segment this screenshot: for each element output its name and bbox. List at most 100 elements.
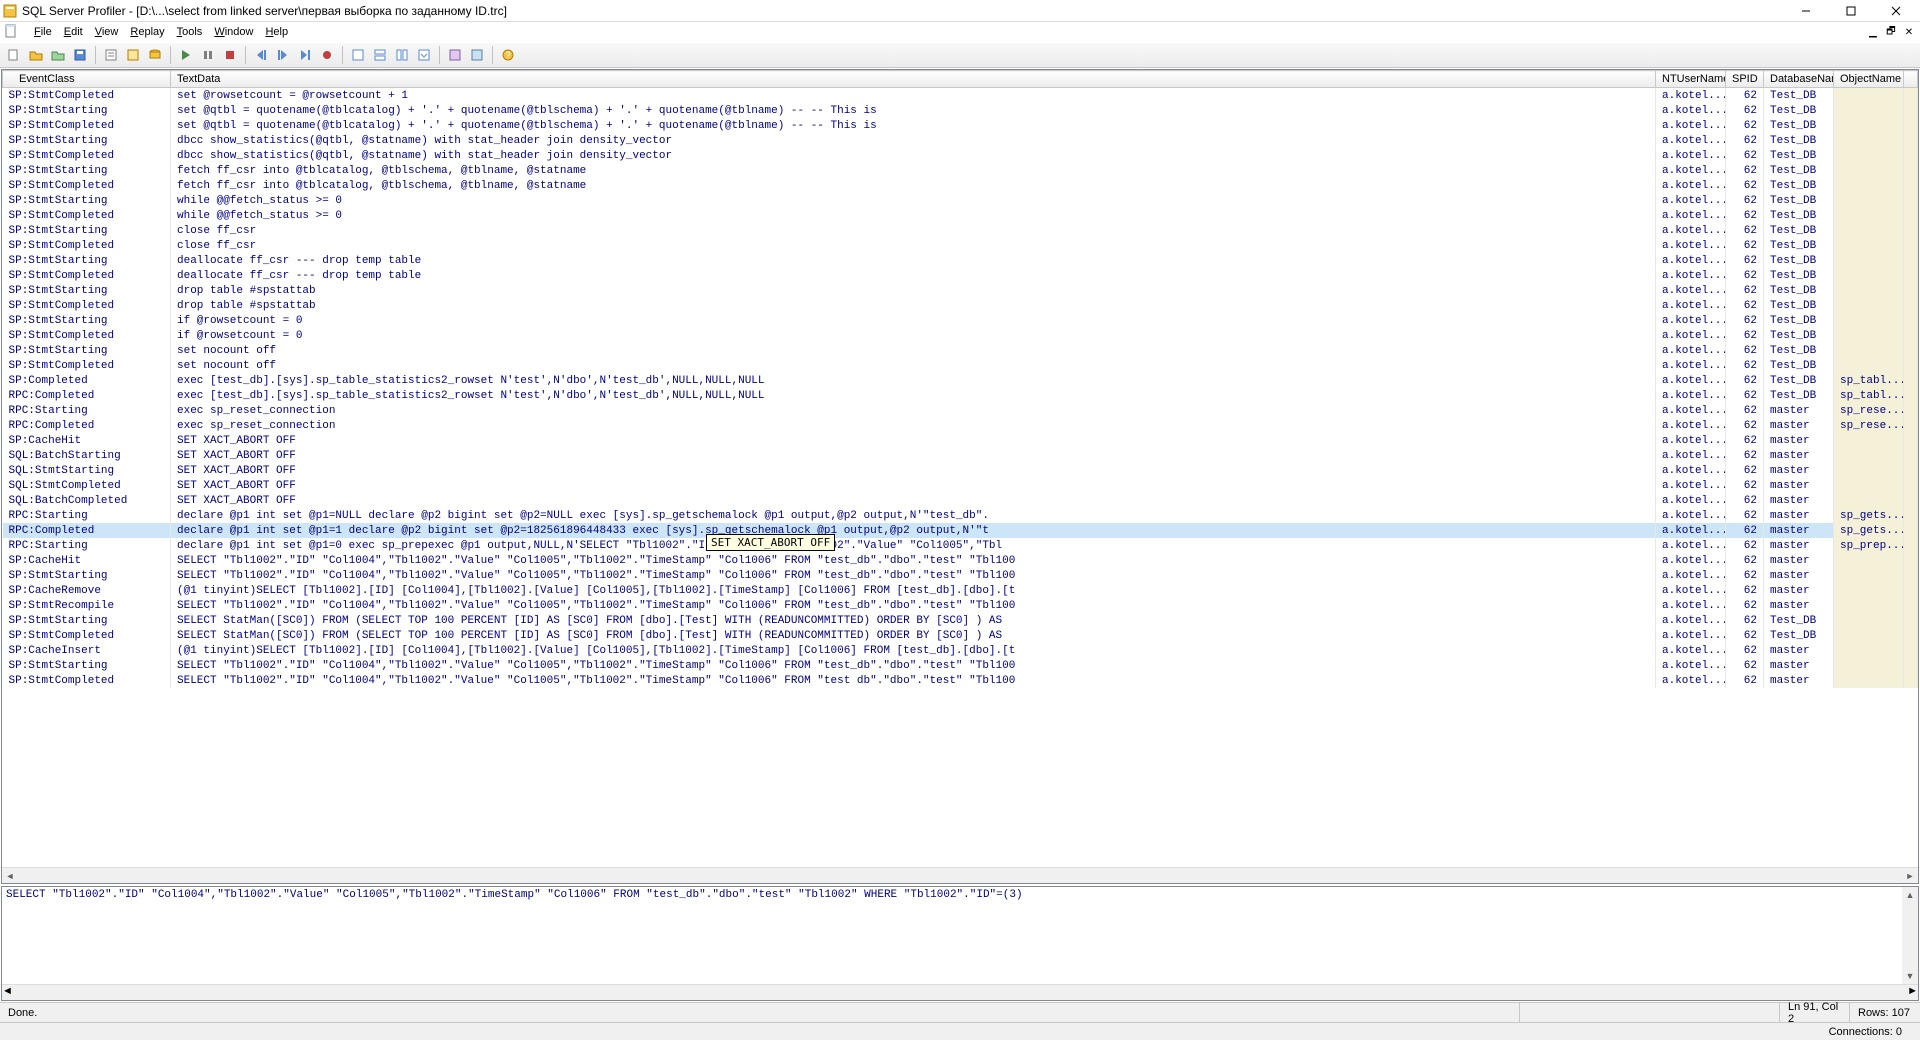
table-row[interactable]: SP:StmtCompletedset @rowsetcount = @rows…: [3, 88, 1918, 104]
table-row[interactable]: SP:StmtStartingdeallocate ff_csr --- dro…: [3, 253, 1918, 268]
save-button[interactable]: [70, 45, 90, 65]
step-back-button[interactable]: [251, 45, 271, 65]
table-row[interactable]: SP:StmtStartingdbcc show_statistics(@qtb…: [3, 133, 1918, 148]
help-button[interactable]: ?: [498, 45, 518, 65]
header-eventclass[interactable]: EventClass: [3, 71, 171, 88]
table-row[interactable]: SP:StmtCompletedfetch ff_csr into @tblca…: [3, 178, 1918, 193]
table-row[interactable]: SP:StmtCompletedSELECT "Tbl1002"."ID" "C…: [3, 673, 1918, 688]
header-spid[interactable]: SPID: [1726, 71, 1764, 88]
menu-help[interactable]: Help: [259, 24, 294, 40]
grid-horizontal-scrollbar[interactable]: ◄ ►: [2, 867, 1918, 883]
table-row[interactable]: SP:StmtCompletedset @qtbl = quotename(@t…: [3, 118, 1918, 133]
table-row[interactable]: SP:StmtStartingset @qtbl = quotename(@tb…: [3, 103, 1918, 118]
table-row[interactable]: SQL:BatchCompletedSET XACT_ABORT OFFa.ko…: [3, 493, 1918, 508]
table-row[interactable]: SP:StmtStartingset nocount offa.kotel...…: [3, 343, 1918, 358]
window-horiz-button[interactable]: [392, 45, 412, 65]
table-row[interactable]: SP:StmtStartingSELECT "Tbl1002"."ID" "Co…: [3, 568, 1918, 583]
table-row[interactable]: SP:CacheHitSET XACT_ABORT OFFa.kotel...6…: [3, 433, 1918, 448]
window-vert-button[interactable]: [370, 45, 390, 65]
stop-button[interactable]: [220, 45, 240, 65]
table-row[interactable]: SP:StmtCompletedset nocount offa.kotel..…: [3, 358, 1918, 373]
cell-text: set @qtbl = quotename(@tblcatalog) + '.'…: [171, 118, 1656, 133]
detail-text[interactable]: SELECT "Tbl1002"."ID" "Col1004","Tbl1002…: [2, 887, 1902, 984]
table-row[interactable]: RPC:Completedexec sp_reset_connectiona.k…: [3, 418, 1918, 433]
table-row[interactable]: SP:StmtStartingdrop table #spstattaba.ko…: [3, 283, 1918, 298]
menu-replay[interactable]: Replay: [124, 24, 170, 40]
table-row[interactable]: SP:StmtStartingclose ff_csra.kotel...62T…: [3, 223, 1918, 238]
properties-button[interactable]: [101, 45, 121, 65]
mdi-close-button[interactable]: ✕: [1900, 24, 1918, 40]
new-trace-button[interactable]: [4, 45, 24, 65]
table-row[interactable]: SP:StmtStartingfetch ff_csr into @tblcat…: [3, 163, 1918, 178]
cell-db: master: [1764, 508, 1834, 523]
open-button[interactable]: [26, 45, 46, 65]
scroll-left-icon[interactable]: ◄: [2, 868, 18, 884]
column-headers[interactable]: EventClass TextData NTUserName SPID Data…: [3, 71, 1918, 88]
header-textdata[interactable]: TextData: [171, 71, 1656, 88]
cell-db: Test_DB: [1764, 163, 1834, 178]
run-button[interactable]: [176, 45, 196, 65]
mdi-restore-button[interactable]: 🗗: [1882, 24, 1900, 40]
table-row[interactable]: SP:StmtCompletedclose ff_csra.kotel...62…: [3, 238, 1918, 253]
table-row[interactable]: SP:StmtCompletedif @rowsetcount = 0a.kot…: [3, 328, 1918, 343]
scroll-right-icon[interactable]: ►: [1907, 985, 1918, 1000]
cell-obj: [1834, 193, 1904, 208]
table-row[interactable]: RPC:Startingdeclare @p1 int set @p1=NULL…: [3, 508, 1918, 523]
table-row[interactable]: RPC:Startingdeclare @p1 int set @p1=0 ex…: [3, 538, 1918, 553]
table-row[interactable]: SP:CacheHitSELECT "Tbl1002"."ID" "Col100…: [3, 553, 1918, 568]
clear-window-button[interactable]: [348, 45, 368, 65]
trace-grid-body[interactable]: EventClass TextData NTUserName SPID Data…: [2, 70, 1918, 867]
autoscroll-button[interactable]: [414, 45, 434, 65]
table-row[interactable]: SP:StmtCompleteddeallocate ff_csr --- dr…: [3, 268, 1918, 283]
cell-user: a.kotel...: [1656, 148, 1726, 163]
header-objectname[interactable]: ObjectName: [1834, 71, 1904, 88]
menu-file[interactable]: File: [28, 24, 58, 40]
table-row[interactable]: SP:StmtStartingif @rowsetcount = 0a.kote…: [3, 313, 1918, 328]
table-row[interactable]: SQL:StmtCompletedSET XACT_ABORT OFFa.kot…: [3, 478, 1918, 493]
open-table-button[interactable]: [48, 45, 68, 65]
table-row[interactable]: SP:StmtCompletedwhile @@fetch_status >= …: [3, 208, 1918, 223]
scroll-right-icon[interactable]: ►: [1902, 868, 1918, 884]
scroll-down-icon[interactable]: ▼: [1902, 968, 1918, 984]
table-row[interactable]: SP:StmtCompleteddbcc show_statistics(@qt…: [3, 148, 1918, 163]
server-button[interactable]: [145, 45, 165, 65]
step-one-button[interactable]: [273, 45, 293, 65]
table-row[interactable]: SP:StmtRecompileSELECT "Tbl1002"."ID" "C…: [3, 598, 1918, 613]
table-row[interactable]: SP:StmtStartingSELECT "Tbl1002"."ID" "Co…: [3, 658, 1918, 673]
table-row[interactable]: RPC:Startingexec sp_reset_connectiona.ko…: [3, 403, 1918, 418]
table-row[interactable]: SP:Completedexec [test_db].[sys].sp_tabl…: [3, 373, 1918, 388]
mdi-minimize-button[interactable]: ▁: [1864, 24, 1882, 40]
close-button[interactable]: [1873, 0, 1918, 22]
table-row[interactable]: SP:CacheRemove(@1 tinyint)SELECT [Tbl100…: [3, 583, 1918, 598]
scroll-up-icon[interactable]: ▲: [1902, 887, 1918, 903]
maximize-button[interactable]: [1828, 0, 1873, 22]
table-row[interactable]: RPC:Completeddeclare @p1 int set @p1=1 d…: [3, 523, 1918, 538]
table-row[interactable]: SQL:BatchStartingSET XACT_ABORT OFFa.kot…: [3, 448, 1918, 463]
template-button[interactable]: [123, 45, 143, 65]
header-ntusername[interactable]: NTUserName: [1656, 71, 1726, 88]
cell-spid: 62: [1726, 238, 1764, 253]
table-row[interactable]: SP:CacheInsert(@1 tinyint)SELECT [Tbl100…: [3, 643, 1918, 658]
header-databasename[interactable]: DatabaseName: [1764, 71, 1834, 88]
aggregated-button[interactable]: [467, 45, 487, 65]
detail-vertical-scrollbar[interactable]: ▲ ▼: [1902, 887, 1918, 984]
cell-spid: 62: [1726, 283, 1764, 298]
detail-horizontal-scrollbar[interactable]: ◄ ►: [2, 984, 1918, 1000]
table-row[interactable]: RPC:Completedexec [test_db].[sys].sp_tab…: [3, 388, 1918, 403]
menu-tools[interactable]: Tools: [171, 24, 209, 40]
menu-window[interactable]: Window: [208, 24, 259, 40]
menu-edit[interactable]: Edit: [58, 24, 89, 40]
breakpoint-button[interactable]: [317, 45, 337, 65]
table-row[interactable]: SP:StmtStartingSELECT StatMan([SC0]) FRO…: [3, 613, 1918, 628]
minimize-button[interactable]: [1783, 0, 1828, 22]
cell-event: RPC:Starting: [3, 538, 171, 553]
menu-view[interactable]: View: [89, 24, 125, 40]
table-row[interactable]: SP:StmtStartingwhile @@fetch_status >= 0…: [3, 193, 1918, 208]
grouped-button[interactable]: [445, 45, 465, 65]
step-cursor-button[interactable]: [295, 45, 315, 65]
table-row[interactable]: SQL:StmtStartingSET XACT_ABORT OFFa.kote…: [3, 463, 1918, 478]
table-row[interactable]: SP:StmtCompleteddrop table #spstattaba.k…: [3, 298, 1918, 313]
scroll-left-icon[interactable]: ◄: [2, 985, 13, 1000]
table-row[interactable]: SP:StmtCompletedSELECT StatMan([SC0]) FR…: [3, 628, 1918, 643]
pause-button[interactable]: [198, 45, 218, 65]
